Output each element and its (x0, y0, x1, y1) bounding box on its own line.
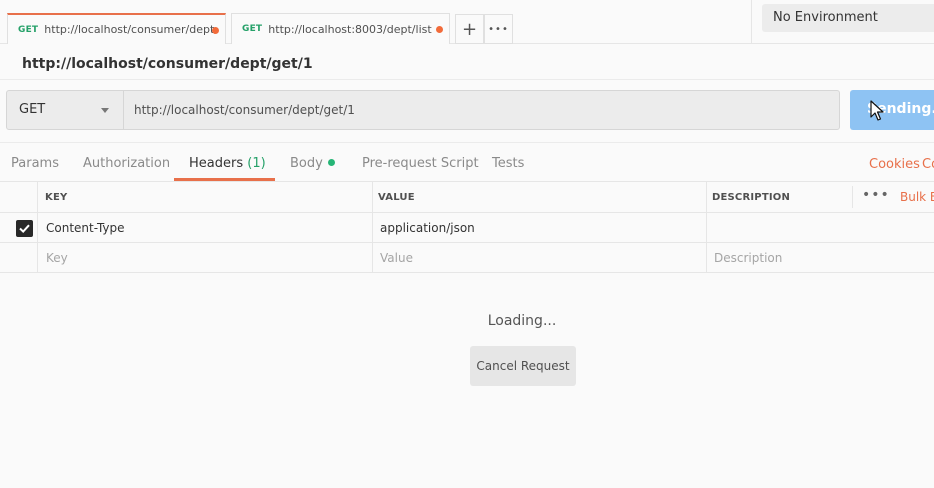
unsaved-dot-icon (436, 26, 443, 33)
send-button[interactable]: Sending... (850, 90, 934, 130)
checkmark-icon (19, 224, 30, 234)
request-tab[interactable]: GET http://localhost:8003/dept/list (231, 13, 450, 44)
url-value: http://localhost/consumer/dept/get/1 (134, 103, 355, 117)
column-divider (372, 181, 373, 273)
tab-method-label: GET (18, 24, 39, 35)
value-input[interactable]: Value (380, 251, 413, 265)
tab-body-label: Body (290, 156, 323, 171)
tab-tests-label: Tests (492, 156, 525, 171)
new-tab-button[interactable]: + (455, 14, 484, 44)
body-indicator-dot-icon (327, 159, 335, 166)
header-key-cell[interactable]: Content-Type (46, 221, 125, 235)
column-header-description: DESCRIPTION (712, 192, 791, 203)
column-header-value: VALUE (378, 192, 415, 203)
headers-table-header: KEY VALUE DESCRIPTION ••• Bulk E (0, 181, 934, 213)
method-label: GET (19, 102, 46, 117)
tab-url-label: http://localhost/consumer/dept/ (44, 23, 215, 36)
table-row: Content-Type application/json (0, 213, 934, 243)
divider (751, 0, 752, 44)
tab-method-label: GET (242, 24, 263, 34)
mouse-cursor-icon (870, 100, 884, 121)
method-select[interactable]: GET (6, 90, 124, 130)
headers-count-badge: (1) (247, 156, 266, 171)
tab-headers[interactable]: Headers (1) (189, 156, 266, 171)
bulk-edit-link[interactable]: Bulk E (900, 190, 934, 204)
tab-prerequest-label: Pre-request Script (362, 156, 479, 171)
divider (852, 186, 853, 208)
code-link[interactable]: Co (922, 157, 934, 172)
column-divider (706, 181, 707, 273)
tab-authorization[interactable]: Authorization (83, 156, 170, 171)
header-enabled-checkbox[interactable] (16, 220, 33, 237)
header-value-cell[interactable]: application/json (380, 221, 475, 235)
tab-prerequest-script[interactable]: Pre-request Script (362, 156, 479, 171)
tab-url-label: http://localhost:8003/dept/list (268, 22, 432, 36)
tab-headers-label: Headers (189, 156, 244, 171)
table-row-new: Key Value Description (0, 243, 934, 273)
cancel-request-button[interactable]: Cancel Request (470, 346, 576, 386)
chevron-down-icon (101, 108, 109, 113)
tab-params-label: Params (11, 156, 59, 171)
divider (0, 79, 934, 80)
tab-tests[interactable]: Tests (492, 156, 524, 171)
tab-params[interactable]: Params (11, 156, 59, 171)
environment-select[interactable]: No Environment (762, 4, 934, 32)
loading-text: Loading... (487, 313, 557, 329)
tab-options-button[interactable]: ••• (484, 14, 513, 44)
request-tab-active[interactable]: GET http://localhost/consumer/dept/ (7, 13, 226, 44)
column-divider (37, 181, 38, 273)
request-tab-bar: GET http://localhost/consumer/dept/ GET … (0, 0, 934, 44)
environment-label: No Environment (773, 10, 878, 25)
key-input[interactable]: Key (46, 251, 68, 265)
url-input[interactable]: http://localhost/consumer/dept/get/1 (123, 90, 840, 130)
ellipsis-icon[interactable]: ••• (862, 187, 890, 203)
divider (0, 142, 934, 143)
unsaved-dot-icon (212, 27, 219, 34)
request-title: http://localhost/consumer/dept/get/1 (22, 56, 313, 72)
tab-body[interactable]: Body (290, 156, 335, 171)
column-header-key: KEY (45, 192, 68, 203)
plus-icon: + (461, 18, 478, 40)
cookies-link[interactable]: Cookies (869, 157, 920, 172)
ellipsis-icon: ••• (488, 23, 509, 35)
description-input[interactable]: Description (714, 251, 782, 265)
tab-authorization-label: Authorization (83, 156, 171, 171)
